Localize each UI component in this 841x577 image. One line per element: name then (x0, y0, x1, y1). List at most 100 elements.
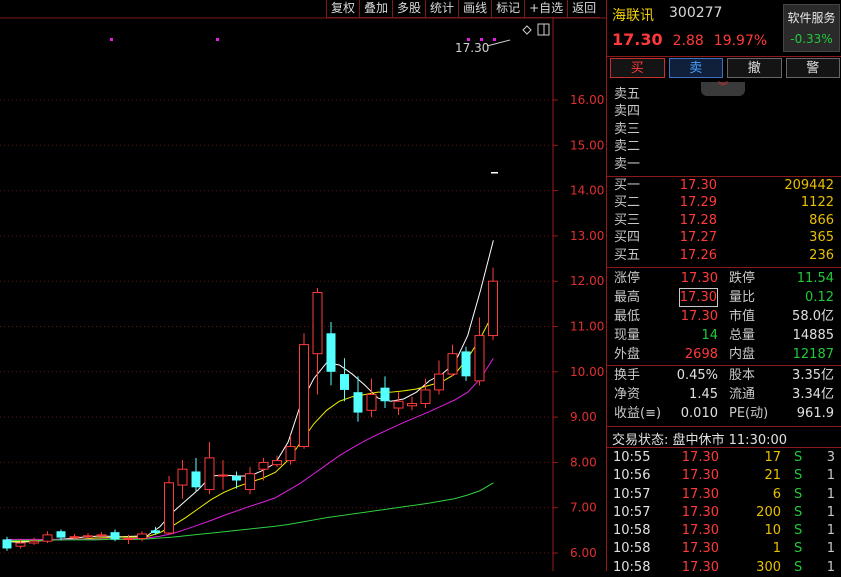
candle-body (353, 392, 363, 413)
sector-box[interactable]: 软件服务 -0.33% (783, 4, 840, 52)
buy-button[interactable]: 买 (610, 58, 665, 78)
candle-body (461, 351, 471, 377)
tick-side: S (794, 541, 803, 557)
bid-row[interactable]: 买一 17.30 209442 (607, 177, 841, 194)
stat-value: 12187 (792, 347, 834, 362)
stat-value: 3.34亿 (792, 387, 834, 402)
candle-body (83, 535, 93, 538)
candle-body (326, 333, 336, 372)
bid-price: 17.28 (679, 212, 717, 228)
stock-code: 300277 (669, 5, 723, 21)
stat-value: 11.54 (796, 271, 834, 286)
tick-side: S (794, 504, 803, 520)
trade-actions: 买 卖 撤 警 (610, 58, 840, 80)
stats-block-1: 涨停 17.30 跌停 11.54 最高 17.30 量比 0.12 最低 17.30 市值 58… (607, 269, 841, 364)
stat-label: 内盘 (729, 347, 756, 362)
stat-label: 流通 (729, 387, 756, 402)
toolbar-mark-button[interactable]: 标记 (491, 0, 525, 18)
tick-count: 1 (826, 504, 835, 520)
bid-price: 17.30 (679, 178, 717, 193)
ma-line (6, 357, 494, 540)
candle-body (204, 457, 215, 491)
stat-label: 跌停 (729, 271, 756, 286)
tick-count: 1 (826, 559, 835, 575)
ask-label: 卖一 (614, 156, 641, 172)
tick-price: 17.30 (681, 504, 719, 520)
tick-time: 10:55 (613, 450, 651, 465)
toolbar-add-watchlist-button[interactable]: +自选 (524, 0, 568, 18)
tick-list[interactable]: 10:55 17.30 17 S 3 10:56 17.30 21 S 1 10:57 17.30… (607, 449, 841, 577)
tick-volume: 200 (756, 504, 781, 520)
candle-body (96, 534, 107, 537)
candle-body (407, 403, 417, 407)
stock-terminal: 16.00 15.00 14.00 13.00 12.00 11.00 10.00 9.00 8… (0, 0, 841, 575)
quote-panel: 海联讯 300277 软件服务 -0.33% 17.30 2.88 19.97% 买… (606, 0, 841, 575)
sell-button[interactable]: 卖 (668, 58, 723, 78)
bid-row[interactable]: 买三 17.28 866 (607, 212, 841, 229)
stat-value: 17.30 (680, 309, 718, 324)
bid-book: 买一 17.30 209442 买二 17.29 1122 买三 17.28 866 买四 1… (607, 177, 841, 264)
y-tick-label: 6.00 (570, 546, 597, 560)
candle-body (420, 389, 431, 405)
kline-chart[interactable]: 16.00 15.00 14.00 13.00 12.00 11.00 10.00 9.00 8… (0, 0, 606, 571)
toolbar-fuquan-button[interactable]: 复权 (326, 0, 360, 18)
candle-body (123, 538, 134, 541)
candle-body (29, 540, 39, 544)
stat-label: 现量 (614, 328, 641, 343)
tick-row: 10:58 17.30 300 S 1 (607, 559, 841, 577)
y-tick-label: 10.00 (570, 365, 604, 379)
candle-body (177, 468, 188, 486)
stat-label: PE(动) (729, 406, 769, 421)
stats-block-2: 换手 0.45% 股本 3.35亿 净资 1.45 流通 3.34亿 收益(≡) 0.010 P… (607, 366, 841, 423)
alert-button[interactable]: 警 (785, 58, 840, 78)
bid-row[interactable]: 买五 17.26 236 (607, 247, 841, 264)
stat-label: 市值 (729, 309, 756, 324)
stat-value: 961.9 (796, 406, 834, 421)
candle-body (2, 539, 12, 549)
toolbar-draw-line-button[interactable]: 画线 (458, 0, 492, 18)
candle-body (272, 460, 282, 466)
trade-status: 交易状态: 盘中休市 11:30:00 (612, 433, 788, 448)
bid-row[interactable]: 买二 17.29 1122 (607, 194, 841, 211)
tick-count: 1 (826, 523, 835, 539)
tick-row: 10:56 17.30 21 S 1 (607, 467, 841, 485)
y-tick-label: 14.00 (570, 184, 604, 198)
y-tick-label: 11.00 (570, 320, 604, 334)
tick-volume: 10 (764, 523, 781, 539)
event-marker-icon (467, 38, 470, 41)
y-tick-label: 9.00 (570, 410, 597, 424)
bid-row[interactable]: 买四 17.27 365 (607, 229, 841, 246)
bid-label: 买一 (614, 178, 641, 193)
stat-value: 2698 (684, 347, 718, 362)
stat-value: 17.30 (678, 288, 718, 307)
tick-price: 17.30 (681, 468, 719, 484)
candle-body (69, 536, 80, 539)
cancel-order-button[interactable]: 撤 (727, 58, 782, 78)
candle-body (258, 461, 269, 470)
ask-row: 卖一 (607, 156, 841, 173)
tick-price: 17.30 (681, 523, 719, 539)
tick-time: 10:58 (613, 523, 651, 539)
candle-body (380, 387, 390, 402)
candle-body (245, 473, 255, 491)
chart-toolbar: 复权 叠加 多股 统计 画线 标记 +自选 返回 (326, 0, 601, 18)
candle-body (15, 542, 26, 547)
toolbar-overlay-button[interactable]: 叠加 (359, 0, 393, 18)
diamond-icon (522, 25, 532, 35)
bid-label: 买五 (614, 247, 641, 263)
stock-name[interactable]: 海联讯 (612, 5, 654, 25)
kline-svg[interactable]: 16.00 15.00 14.00 13.00 12.00 11.00 10.00 9.00 8… (0, 0, 606, 571)
tick-time: 10:57 (613, 504, 651, 520)
sector-name: 软件服务 (787, 11, 836, 25)
candle-body (151, 530, 160, 534)
candle-body (447, 353, 458, 375)
toolbar-stats-button[interactable]: 统计 (425, 0, 459, 18)
stat-label: 量比 (729, 290, 756, 305)
event-marker-icon (216, 38, 219, 41)
divider (607, 56, 841, 57)
toolbar-multi-stock-button[interactable]: 多股 (392, 0, 426, 18)
toolbar-back-button[interactable]: 返回 (567, 0, 601, 18)
tick-side: S (794, 450, 803, 465)
stat-value: 58.0亿 (792, 309, 834, 324)
y-tick-label: 13.00 (570, 229, 604, 243)
